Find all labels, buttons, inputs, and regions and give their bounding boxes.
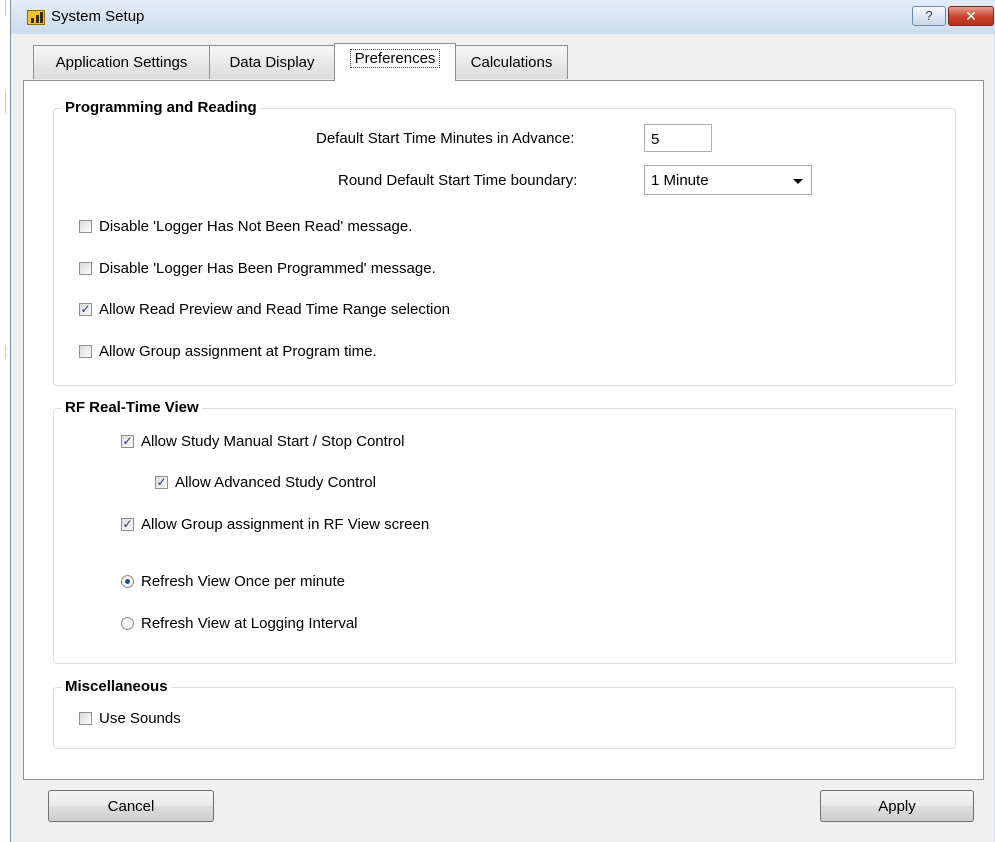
tab-label: Application Settings	[55, 54, 188, 71]
background-edge	[0, 0, 10, 842]
dropdown-arrow-icon	[793, 179, 803, 184]
apply-button[interactable]: Apply	[820, 790, 974, 822]
checkbox-unchecked-icon	[79, 262, 92, 275]
checkbox-checked-icon: ✓	[121, 517, 134, 531]
help-button[interactable]: ?	[912, 6, 946, 26]
checkbox-label: Allow Group assignment in RF View screen	[141, 516, 430, 533]
checkbox-label: Disable 'Logger Has Been Programmed' mes…	[99, 260, 436, 277]
checkbox-unchecked-icon	[79, 220, 92, 233]
checkbox-checked-icon: ✓	[155, 475, 168, 489]
start-minutes-input[interactable]	[644, 124, 712, 152]
group-title-miscellaneous: Miscellaneous	[62, 678, 171, 695]
app-icon	[27, 10, 45, 25]
tab-application-settings[interactable]: Application Settings	[33, 45, 210, 79]
radio-label: Refresh View Once per minute	[141, 573, 345, 590]
system-setup-window: System Setup ? ✕ Application Settings Da…	[10, 0, 995, 842]
checkbox-label: Allow Advanced Study Control	[175, 474, 376, 491]
tab-calculations[interactable]: Calculations	[455, 45, 568, 79]
checkbox-checked-icon: ✓	[79, 302, 92, 316]
tab-data-display[interactable]: Data Display	[209, 45, 335, 79]
checkbox-unchecked-icon	[79, 345, 92, 358]
tab-label: Preferences	[349, 49, 441, 68]
checkbox-label: Allow Group assignment at Program time.	[99, 343, 377, 360]
radio-unselected-icon	[121, 617, 134, 630]
start-minutes-label: Default Start Time Minutes in Advance:	[316, 130, 575, 147]
group-title-rf-view: RF Real-Time View	[62, 399, 202, 416]
tab-label: Calculations	[470, 54, 553, 71]
tab-preferences[interactable]: Preferences	[334, 43, 456, 81]
radio-selected-icon	[121, 575, 134, 588]
tab-label: Data Display	[229, 54, 315, 71]
window-title: System Setup	[51, 8, 145, 25]
group-title-programming: Programming and Reading	[62, 99, 260, 116]
preferences-panel: Programming and Reading Default Start Ti…	[23, 80, 984, 780]
checkbox-label: Allow Study Manual Start / Stop Control	[141, 433, 405, 450]
checkbox-label: Use Sounds	[99, 710, 181, 727]
round-boundary-select[interactable]: 1 Minute	[644, 165, 812, 195]
radio-label: Refresh View at Logging Interval	[141, 615, 358, 632]
checkbox-label: Allow Read Preview and Read Time Range s…	[99, 301, 451, 318]
checkbox-unchecked-icon	[79, 712, 92, 725]
close-button[interactable]: ✕	[948, 6, 994, 26]
title-bar: System Setup ? ✕	[11, 0, 995, 34]
round-boundary-label: Round Default Start Time boundary:	[338, 172, 578, 189]
checkbox-checked-icon: ✓	[121, 434, 134, 448]
dialog-client-area: Application Settings Data Display Prefer…	[11, 34, 995, 842]
miscellaneous-group	[53, 687, 956, 749]
round-boundary-value: 1 Minute	[651, 172, 709, 189]
checkbox-label: Disable 'Logger Has Not Been Read' messa…	[99, 218, 413, 235]
cancel-button[interactable]: Cancel	[48, 790, 214, 822]
